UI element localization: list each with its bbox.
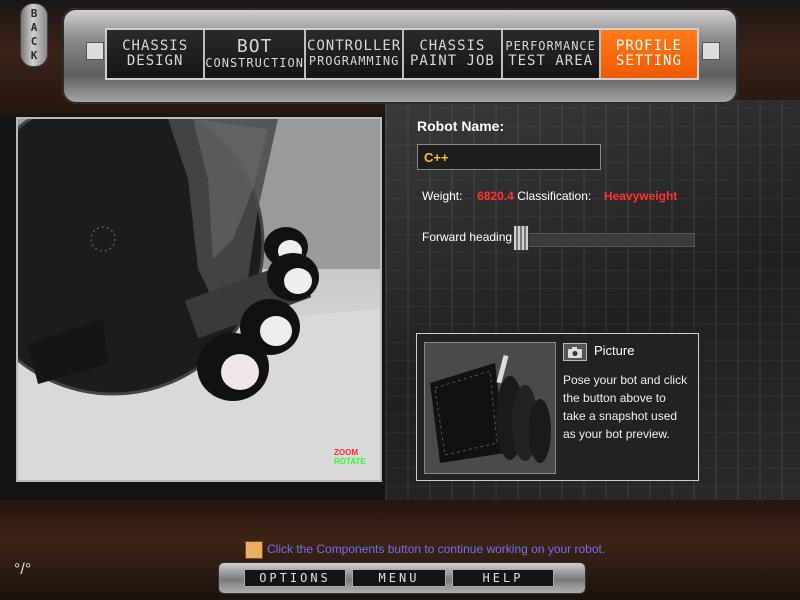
- bot-preview-image: [424, 342, 556, 474]
- classification-label: Classification:: [517, 189, 592, 203]
- tab-performance-test-area[interactable]: PERFORMANCE TEST AREA: [502, 30, 601, 78]
- back-button[interactable]: BACK: [20, 3, 48, 67]
- take-picture-button[interactable]: [563, 343, 587, 361]
- status-message: Click the Components button to continue …: [267, 542, 606, 556]
- stats-row: Weight: 6820.4 Classification: Heavyweig…: [422, 189, 677, 203]
- robot-render: [18, 119, 380, 480]
- forward-heading-label: Forward heading:: [422, 230, 516, 244]
- tab-chassis-paint-job[interactable]: CHASSIS PAINT JOB: [404, 30, 503, 78]
- robot-name-label: Robot Name:: [417, 118, 505, 134]
- classification-value: Heavyweight: [603, 189, 678, 203]
- zoom-label: ZOOM: [334, 448, 358, 457]
- zoom-rotate-legend: ZOOM ROTATE: [334, 448, 366, 466]
- picture-title: Picture: [594, 343, 635, 358]
- forward-heading-slider-thumb[interactable]: [513, 225, 529, 251]
- help-button[interactable]: HELP: [452, 569, 554, 587]
- robot-3d-viewport[interactable]: [16, 117, 382, 482]
- nav-left-cap: [86, 42, 104, 60]
- tab-controller-programming[interactable]: CONTROLLER PROGRAMMING: [305, 30, 405, 78]
- camera-icon: [568, 346, 582, 358]
- tool-icon[interactable]: °/°: [14, 561, 31, 579]
- nav-right-cap: [702, 42, 720, 60]
- back-label: BACK: [27, 7, 41, 63]
- bot-preview-render: [425, 343, 555, 473]
- info-icon: [245, 541, 263, 559]
- rotate-label: ROTATE: [334, 457, 366, 466]
- forward-heading-slider[interactable]: [513, 233, 695, 247]
- weight-value: 6820.4: [477, 189, 514, 203]
- options-button[interactable]: OPTIONS: [244, 569, 346, 587]
- main-nav: CHASSIS DESIGN BOT CONSTRUCTION CONTROLL…: [105, 28, 699, 80]
- tab-chassis-design[interactable]: CHASSIS DESIGN: [107, 30, 206, 78]
- tab-bot-construction[interactable]: BOT CONSTRUCTION: [205, 30, 306, 78]
- menu-button[interactable]: MENU: [352, 569, 446, 587]
- weight-label: Weight:: [422, 189, 463, 203]
- tab-profile-setting[interactable]: PROFILE SETTING: [600, 30, 698, 78]
- robot-name-input[interactable]: [417, 144, 601, 170]
- picture-help-text: Pose your bot and click the button above…: [563, 373, 688, 441]
